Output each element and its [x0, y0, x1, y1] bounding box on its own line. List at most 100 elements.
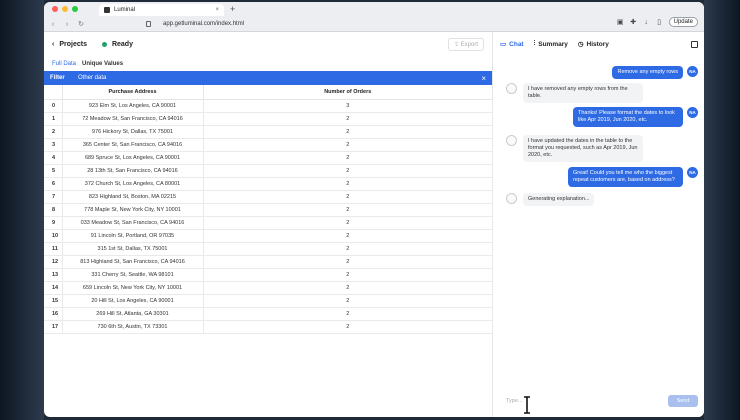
table-row[interactable]: 9 033 Meadow St, San Francisco, CA 94016 2: [44, 216, 493, 230]
orders-cell[interactable]: 2: [203, 229, 493, 243]
forward-arrow-icon[interactable]: ›: [62, 21, 72, 28]
table-row[interactable]: 14 659 Lincoln St, New York City, NY 1000…: [44, 281, 493, 295]
orders-cell[interactable]: 2: [203, 164, 493, 178]
download-icon[interactable]: ↓: [643, 19, 650, 26]
orders-cell[interactable]: 2: [203, 125, 493, 139]
address-cell[interactable]: 315 1st St, Dallas, TX 75001: [62, 242, 204, 256]
send-button[interactable]: Send: [668, 395, 698, 407]
table-row[interactable]: 1 72 Meadow St, San Francisco, CA 94016 2: [44, 112, 493, 126]
column-header[interactable]: Number of Orders: [203, 85, 493, 100]
browser-tab[interactable]: Luminal ×: [99, 4, 224, 16]
row-index[interactable]: 15: [44, 294, 63, 308]
row-index[interactable]: 16: [44, 307, 63, 321]
panel-toggle-icon[interactable]: [691, 40, 698, 48]
address-cell[interactable]: 778 Maple St, New York City, NY 10001: [62, 203, 204, 217]
table-row[interactable]: 7 823 Highland St, Boston, MA 02215 2: [44, 190, 493, 204]
update-button[interactable]: Update: [668, 17, 698, 27]
row-index[interactable]: 2: [44, 125, 63, 139]
extension-icon[interactable]: ▣: [617, 19, 624, 26]
table-row[interactable]: 4 689 Spruce St, Los Angeles, CA 90001 2: [44, 151, 493, 165]
address-cell[interactable]: 033 Meadow St, San Francisco, CA 94016: [62, 216, 204, 230]
row-index[interactable]: 8: [44, 203, 63, 217]
sidebar-icon[interactable]: ▯: [656, 19, 663, 26]
projects-link[interactable]: Projects: [59, 41, 87, 48]
puzzle-icon[interactable]: ✚: [630, 19, 637, 26]
table-row[interactable]: 8 778 Maple St, New York City, NY 10001 2: [44, 203, 493, 217]
close-window-button[interactable]: [52, 6, 58, 12]
row-index[interactable]: 6: [44, 177, 63, 191]
address-cell[interactable]: 813 Highland St, San Francisco, CA 94016: [62, 255, 204, 269]
reload-icon[interactable]: ↻: [76, 20, 86, 28]
export-button[interactable]: ⇪ Export: [447, 37, 484, 51]
orders-cell[interactable]: 2: [203, 138, 493, 152]
address-cell[interactable]: 659 Lincoln St, New York City, NY 10001: [62, 281, 204, 295]
row-index[interactable]: 13: [44, 268, 63, 282]
tab-full-data[interactable]: Full Data: [52, 61, 76, 67]
row-index[interactable]: 10: [44, 229, 63, 243]
orders-cell[interactable]: 2: [203, 294, 493, 308]
orders-cell[interactable]: 2: [203, 151, 493, 165]
table-row[interactable]: 10 91 Lincoln St, Portland, OR 97035 2: [44, 229, 493, 243]
table-row[interactable]: 11 315 1st St, Dallas, TX 75001 2: [44, 242, 493, 256]
row-index[interactable]: 7: [44, 190, 63, 204]
new-tab-button[interactable]: +: [230, 4, 235, 14]
chat-composer[interactable]: Type... Send: [506, 394, 698, 408]
address-cell[interactable]: 269 Hill St, Atlanta, GA 30301: [62, 307, 204, 321]
orders-cell[interactable]: 2: [203, 320, 493, 334]
column-header[interactable]: Purchase Address: [62, 85, 204, 100]
address-cell[interactable]: 976 Hickory St, Dallas, TX 75001: [62, 125, 204, 139]
row-index[interactable]: 11: [44, 242, 63, 256]
address-cell[interactable]: 28 13th St, San Francisco, CA 94016: [62, 164, 204, 178]
orders-cell[interactable]: 2: [203, 177, 493, 191]
table-row[interactable]: 2 976 Hickory St, Dallas, TX 75001 2: [44, 125, 493, 139]
filter-close-icon[interactable]: ×: [481, 74, 486, 83]
row-index[interactable]: 17: [44, 320, 63, 334]
row-index[interactable]: 4: [44, 151, 63, 165]
address-cell[interactable]: 331 Cherry St, Seattle, WA 98101: [62, 268, 204, 282]
orders-cell[interactable]: 2: [203, 268, 493, 282]
tab-history[interactable]: ◷ History: [578, 40, 609, 49]
filter-value[interactable]: Other data: [78, 75, 106, 81]
table-row[interactable]: 15 20 Hill St, Los Angeles, CA 90001 2: [44, 294, 493, 308]
address-cell[interactable]: 823 Highland St, Boston, MA 02215: [62, 190, 204, 204]
orders-cell[interactable]: 2: [203, 203, 493, 217]
orders-cell[interactable]: 2: [203, 112, 493, 126]
back-chevron-icon[interactable]: ‹: [52, 41, 54, 48]
table-row[interactable]: 3 365 Center St, San Francisco, CA 94016 2: [44, 138, 493, 152]
orders-cell[interactable]: 2: [203, 190, 493, 204]
row-index[interactable]: 9: [44, 216, 63, 230]
minimize-window-button[interactable]: [62, 6, 68, 12]
back-arrow-icon[interactable]: ‹: [48, 21, 58, 28]
tab-close-icon[interactable]: ×: [215, 7, 219, 13]
tab-chat[interactable]: ▭ Chat: [500, 40, 524, 49]
table-row[interactable]: 16 269 Hill St, Atlanta, GA 30301 2: [44, 307, 493, 321]
row-index[interactable]: 14: [44, 281, 63, 295]
row-index[interactable]: 3: [44, 138, 63, 152]
orders-cell[interactable]: 2: [203, 242, 493, 256]
row-index[interactable]: 0: [44, 99, 63, 113]
orders-cell[interactable]: 2: [203, 307, 493, 321]
zoom-window-button[interactable]: [72, 6, 78, 12]
tab-unique-values[interactable]: Unique Values: [82, 61, 123, 67]
orders-cell[interactable]: 2: [203, 255, 493, 269]
address-cell[interactable]: 730 6th St, Austin, TX 73301: [62, 320, 204, 334]
table-row[interactable]: 6 372 Church St, Los Angeles, CA 80001 2: [44, 177, 493, 191]
table-row[interactable]: 12 813 Highland St, San Francisco, CA 940…: [44, 255, 493, 269]
row-index[interactable]: 1: [44, 112, 63, 126]
address-cell[interactable]: 923 Elm St, Los Angeles, CA 90001: [62, 99, 204, 113]
orders-cell[interactable]: 2: [203, 216, 493, 230]
orders-cell[interactable]: 2: [203, 281, 493, 295]
tab-summary[interactable]: ⫶ Summary: [534, 40, 568, 48]
table-row[interactable]: 13 331 Cherry St, Seattle, WA 98101 2: [44, 268, 493, 282]
row-index[interactable]: 12: [44, 255, 63, 269]
address-cell[interactable]: 372 Church St, Los Angeles, CA 80001: [62, 177, 204, 191]
url-text[interactable]: app.getluminal.com/index.html: [163, 21, 244, 27]
address-cell[interactable]: 365 Center St, San Francisco, CA 94016: [62, 138, 204, 152]
address-cell[interactable]: 72 Meadow St, San Francisco, CA 94016: [62, 112, 204, 126]
address-cell[interactable]: 689 Spruce St, Los Angeles, CA 90001: [62, 151, 204, 165]
table-row[interactable]: 0 923 Elm St, Los Angeles, CA 90001 3: [44, 99, 493, 113]
row-index[interactable]: 5: [44, 164, 63, 178]
filter-label[interactable]: Filter: [50, 75, 78, 81]
address-bar[interactable]: app.getluminal.com/index.html: [146, 21, 244, 27]
chat-input[interactable]: Type...: [506, 398, 523, 404]
